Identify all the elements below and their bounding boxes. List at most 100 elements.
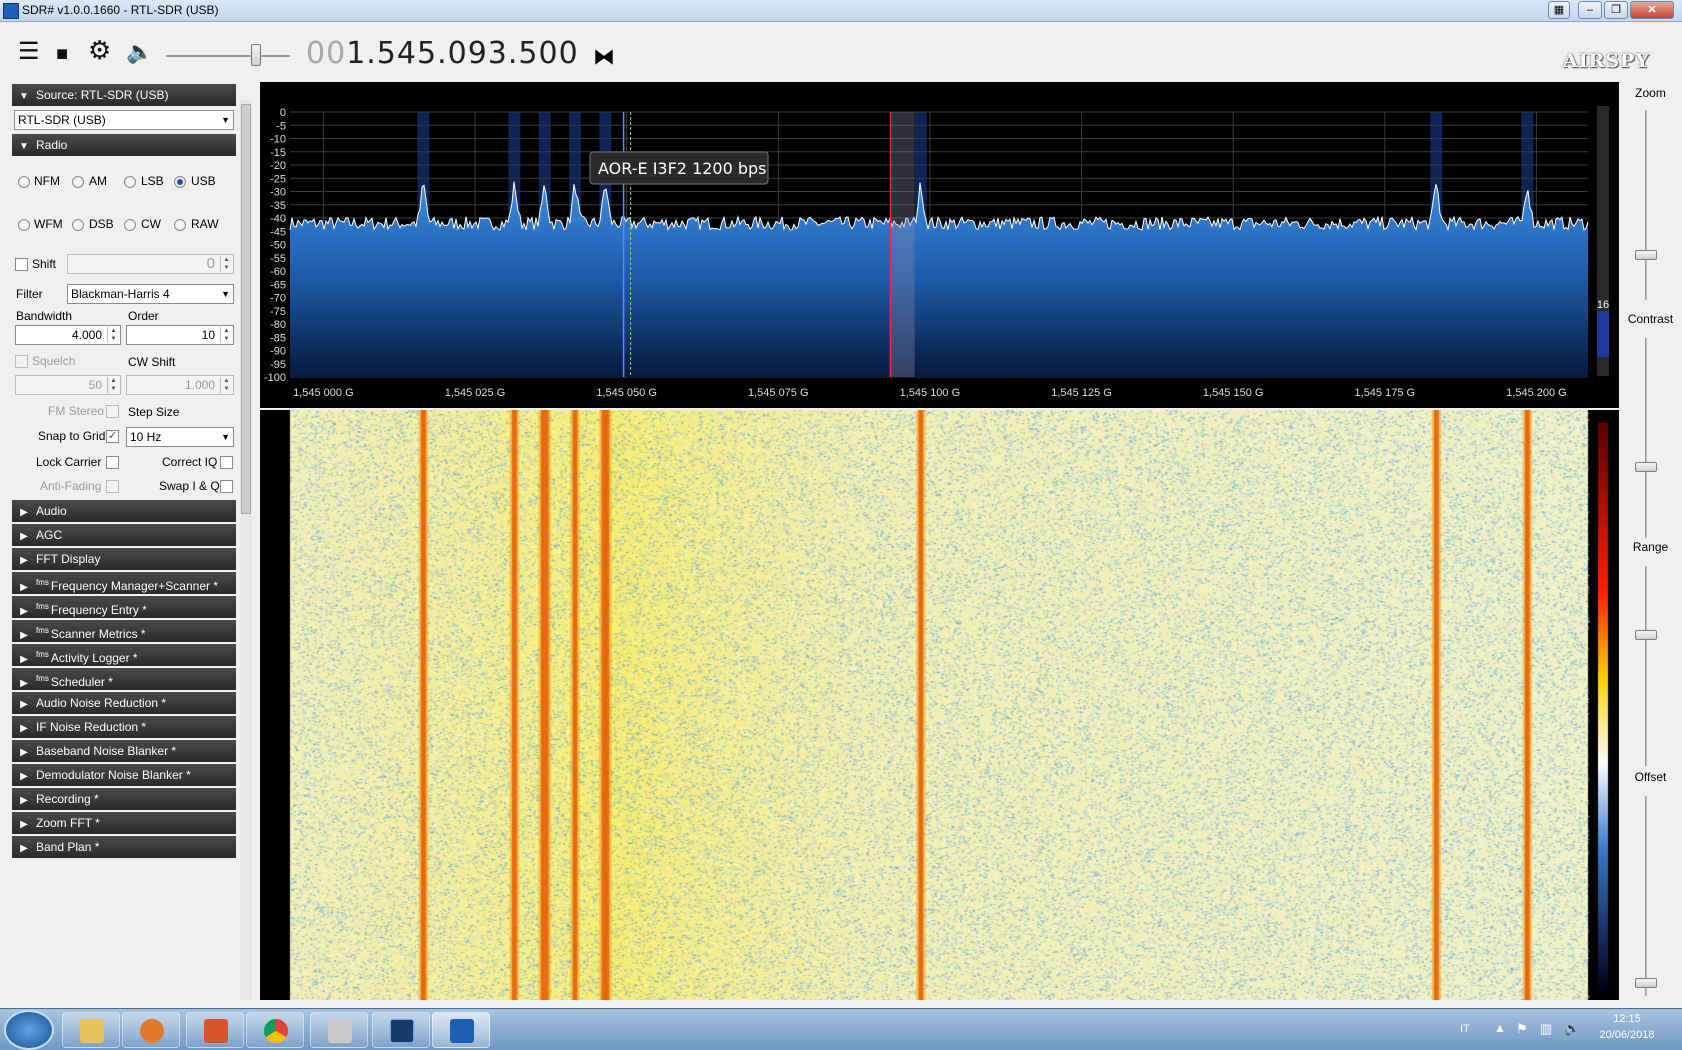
source-device-select[interactable]: RTL-SDR (USB) ▼: [14, 110, 234, 130]
vfo-filter-band[interactable]: [890, 112, 915, 377]
menu-icon[interactable]: ☰: [18, 40, 40, 64]
mode-radio-nfm[interactable]: [18, 176, 30, 188]
correct-iq-checkbox[interactable]: [220, 456, 233, 469]
taskbar-explorer[interactable]: [62, 1012, 120, 1048]
mode-radio-cw[interactable]: [124, 219, 136, 231]
volume-tray-icon[interactable]: 🔈: [1564, 1021, 1580, 1037]
start-button[interactable]: [4, 1010, 54, 1050]
db-tick-label: -60: [270, 266, 286, 278]
minimize-button[interactable]: –: [1578, 1, 1602, 19]
offset-slider-track[interactable]: [1645, 796, 1647, 996]
range-slider-thumb[interactable]: [1635, 630, 1657, 640]
panel-header-scheduler[interactable]: ▶ fms Scheduler *: [12, 668, 236, 690]
contrast-slider-track[interactable]: [1645, 338, 1647, 538]
shift-input[interactable]: 0 ▲ ▼: [67, 254, 234, 274]
clock-date[interactable]: 20/06/2018: [1594, 1029, 1660, 1041]
panel-header-scanner-metrics[interactable]: ▶ fms Scanner Metrics *: [12, 620, 236, 642]
spectrum-plot[interactable]: 0-5 -10-15-20-25 -30-35-40-45 -50-55-60-65 -…: [260, 82, 1619, 408]
left-panel-scrollbar[interactable]: [240, 100, 252, 1000]
db-tick-label: 0: [280, 107, 286, 119]
step-size-select[interactable]: 10 Hz ▼: [126, 427, 234, 447]
source-panel-header[interactable]: ▼ Source: RTL-SDR (USB): [12, 84, 236, 106]
panel-header-frequency-manager-scanner[interactable]: ▶ fms Frequency Manager+Scanner *: [12, 572, 236, 594]
panel-header-band-plan[interactable]: ▶ Band Plan *: [12, 836, 236, 858]
taskbar-sdrsharp[interactable]: [432, 1012, 490, 1048]
lock-carrier-checkbox[interactable]: [106, 456, 119, 469]
taskbar-scanner[interactable]: [310, 1012, 368, 1048]
bandwidth-input[interactable]: 4.000 ▲ ▼: [15, 325, 121, 345]
order-label: Order: [128, 309, 159, 323]
db-tick-label: -30: [270, 187, 286, 199]
panel-header-zoom-fft[interactable]: ▶ Zoom FFT *: [12, 812, 236, 834]
radio-panel-header[interactable]: ▼ Radio: [12, 134, 236, 156]
cw-shift-input[interactable]: 1.000 ▲ ▼: [126, 375, 234, 395]
mode-radio-dsb[interactable]: [72, 219, 84, 231]
mode-radio-wfm[interactable]: [18, 219, 30, 231]
panel-header-demodulator-noise-blanker[interactable]: ▶ Demodulator Noise Blanker *: [12, 764, 236, 786]
snap-to-grid-checkbox[interactable]: ✓: [106, 430, 119, 443]
taskbar-photoshop[interactable]: [372, 1012, 430, 1048]
panel-header-fft-display[interactable]: ▶ FFT Display: [12, 548, 236, 570]
language-indicator[interactable]: IT: [1460, 1023, 1470, 1035]
panel-header-recording[interactable]: ▶ Recording *: [12, 788, 236, 810]
fm-stereo-checkbox[interactable]: [106, 405, 119, 418]
zoom-slider-track[interactable]: [1645, 110, 1647, 300]
mode-radio-am[interactable]: [72, 176, 84, 188]
airspy-logo: AIRSPY: [1563, 50, 1650, 72]
vfo-frequency-display[interactable]: 001.545.093.500: [306, 36, 579, 71]
tray-arrow-icon[interactable]: ▲: [1494, 1021, 1506, 1035]
fm-stereo-label: FM Stereo: [48, 404, 105, 418]
sdrsharp-icon: [450, 1019, 474, 1043]
taskbar-media-player[interactable]: [122, 1012, 180, 1048]
tile-windows-icon[interactable]: ▦: [1548, 1, 1570, 19]
freq-tick-label: 1,545 000 G: [293, 387, 354, 399]
panel-header-agc[interactable]: ▶ AGC: [12, 524, 236, 546]
spectrum-analyzer[interactable]: 0 -5 -10 -15 -20 -25 -30 -35 -40 -45 -50 -55 -60 -65 -…: [260, 82, 1619, 408]
shift-checkbox[interactable]: [15, 258, 28, 271]
center-frequency-icon[interactable]: ⧓: [593, 44, 615, 70]
panel-header-baseband-noise-blanker[interactable]: ▶ Baseband Noise Blanker *: [12, 740, 236, 762]
mode-radio-raw[interactable]: [174, 219, 186, 231]
taskbar-office[interactable]: [186, 1012, 244, 1048]
panel-header-audio-noise-reduction[interactable]: ▶ Audio Noise Reduction *: [12, 692, 236, 714]
zoom-label: Zoom: [1635, 86, 1666, 100]
panel-header-if-noise-reduction[interactable]: ▶ IF Noise Reduction *: [12, 716, 236, 738]
squelch-value: 50: [88, 378, 102, 392]
freq-tick-label: 1,545 175 G: [1355, 387, 1416, 399]
close-button[interactable]: ✕: [1630, 1, 1674, 19]
zoom-slider-thumb[interactable]: [1635, 250, 1657, 260]
volume-slider-thumb[interactable]: [251, 44, 261, 66]
mode-label-nfm: NFM: [34, 174, 60, 188]
db-tick-label: -90: [270, 346, 286, 358]
mode-radio-lsb[interactable]: [124, 176, 136, 188]
freq-tick-label: 1,545 100 G: [900, 387, 961, 399]
anti-fading-checkbox[interactable]: [106, 480, 119, 493]
order-value: 10: [201, 328, 215, 342]
order-input[interactable]: 10 ▲ ▼: [126, 325, 234, 345]
squelch-label: Squelch: [32, 354, 76, 368]
mode-label-cw: CW: [141, 217, 161, 231]
clock-time[interactable]: 12:15: [1594, 1013, 1660, 1025]
volume-slider-track[interactable]: [166, 55, 290, 57]
waterfall-canvas[interactable]: [260, 410, 1619, 1000]
swap-iq-checkbox[interactable]: [220, 480, 233, 493]
panel-header-activity-logger[interactable]: ▶ fms Activity Logger *: [12, 644, 236, 666]
panel-header-audio[interactable]: ▶ Audio: [12, 500, 236, 522]
action-center-flag-icon[interactable]: ⚑: [1516, 1021, 1528, 1037]
waterfall-display[interactable]: [260, 410, 1619, 1000]
squelch-input[interactable]: 50 ▲ ▼: [15, 375, 121, 395]
stop-icon[interactable]: ■: [56, 42, 68, 66]
mode-radio-usb[interactable]: [174, 176, 186, 188]
contrast-slider-thumb[interactable]: [1635, 462, 1657, 472]
left-panel-scroll-thumb[interactable]: [241, 104, 251, 514]
gear-icon[interactable]: ⚙: [88, 37, 111, 63]
network-icon[interactable]: ▥: [1540, 1021, 1552, 1037]
panel-header-frequency-entry[interactable]: ▶ fms Frequency Entry *: [12, 596, 236, 618]
offset-slider-thumb[interactable]: [1635, 978, 1657, 988]
range-slider-track[interactable]: [1645, 566, 1647, 766]
maximize-button[interactable]: ❐: [1604, 1, 1628, 19]
speaker-icon[interactable]: 🔈: [126, 40, 153, 64]
taskbar-chrome[interactable]: [246, 1012, 304, 1048]
squelch-checkbox[interactable]: [15, 355, 28, 368]
filter-select[interactable]: Blackman-Harris 4 ▼: [67, 284, 234, 304]
